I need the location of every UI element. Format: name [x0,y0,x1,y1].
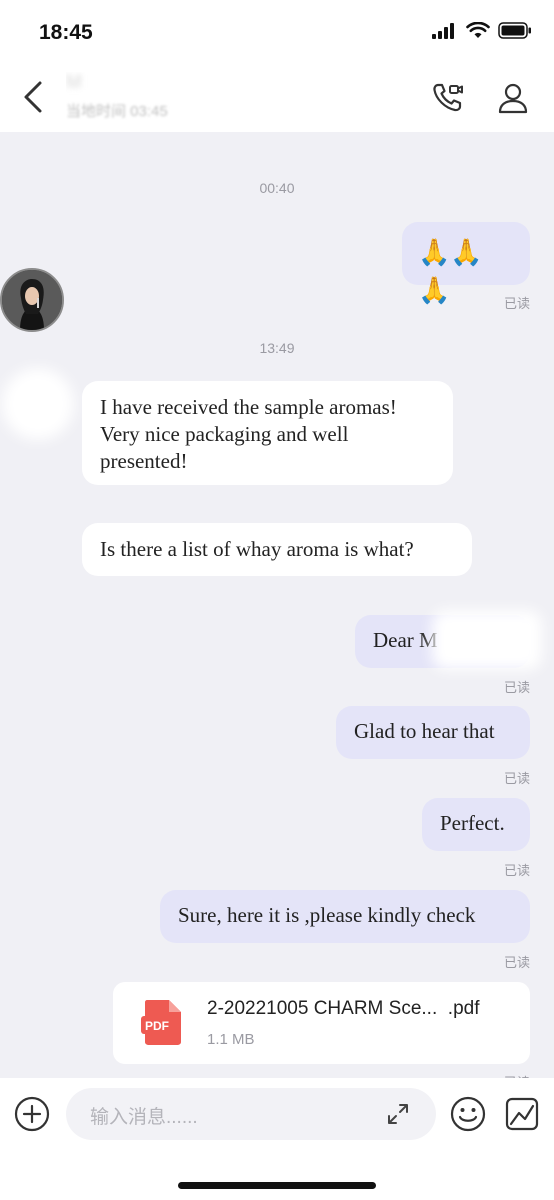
status-icons [432,22,532,39]
message-outgoing[interactable]: Perfect. [422,798,530,851]
message-incoming[interactable]: I have received the sample aromas! Very … [82,381,453,485]
avatar[interactable] [0,268,64,332]
back-button[interactable] [18,78,52,116]
redacted-avatar [2,368,74,440]
message-text: Dear M [373,628,438,652]
status-time: 18:45 [39,21,93,44]
message-outgoing[interactable]: Sure, here it is ,please kindly check [160,890,530,943]
signal-icon [432,22,454,39]
avatar-portrait [2,270,62,330]
user-icon [498,83,528,114]
message-input-placeholder: 输入消息...... [90,1107,198,1128]
image-icon [505,1097,539,1131]
call-button[interactable] [430,80,466,116]
message-outgoing-emoji[interactable]: 🙏🙏🙏 [402,222,530,306]
smiley-icon [450,1096,486,1132]
add-button[interactable] [14,1096,50,1132]
read-receipt: 已读 [503,771,530,786]
chevron-left-icon [24,81,42,113]
profile-button[interactable] [495,80,531,116]
input-bar: 输入消息...... [0,1078,554,1200]
pdf-file-icon: PDF [141,1000,181,1045]
home-indicator [178,1182,376,1189]
timestamp: 13:49 [259,340,295,356]
message-list[interactable]: 00:40 🙏🙏🙏 已读 13:49 I have received the s… [0,132,554,1078]
expand-button[interactable] [386,1102,410,1126]
expand-icon [388,1104,408,1124]
message-input[interactable]: 输入消息...... [66,1088,436,1140]
read-receipt: 已读 [503,863,530,878]
battery-icon [498,22,531,39]
file-size: 1.1 MB [207,1031,255,1048]
phone-video-icon [433,83,463,112]
status-bar: 18:45 [0,0,554,62]
redacted-text [432,610,542,670]
file-attachment[interactable]: PDF 2-20221005 CHARM Sce... .pdf 1.1 MB [113,982,530,1064]
read-receipt: 已读 [503,955,530,970]
emoji-button[interactable] [450,1096,486,1132]
wifi-icon [466,22,490,38]
image-button[interactable] [504,1096,540,1132]
contact-local-time: 当地时间 03:45 [66,103,168,120]
timestamp: 00:40 [259,180,295,196]
pdf-badge: PDF [145,1019,169,1033]
message-incoming[interactable]: Is there a list of whay aroma is what? [82,523,472,576]
chat-header: M 当地时间 03:45 [0,62,554,132]
contact-name: M [66,72,82,93]
file-name: 2-20221005 CHARM Sce... .pdf [207,998,480,1019]
contact-info[interactable]: M 当地时间 03:45 [66,72,336,124]
read-receipt: 已读 [503,680,530,695]
read-receipt: 已读 [503,296,530,311]
message-outgoing[interactable]: Glad to hear that [336,706,530,759]
plus-circle-icon [14,1096,50,1132]
